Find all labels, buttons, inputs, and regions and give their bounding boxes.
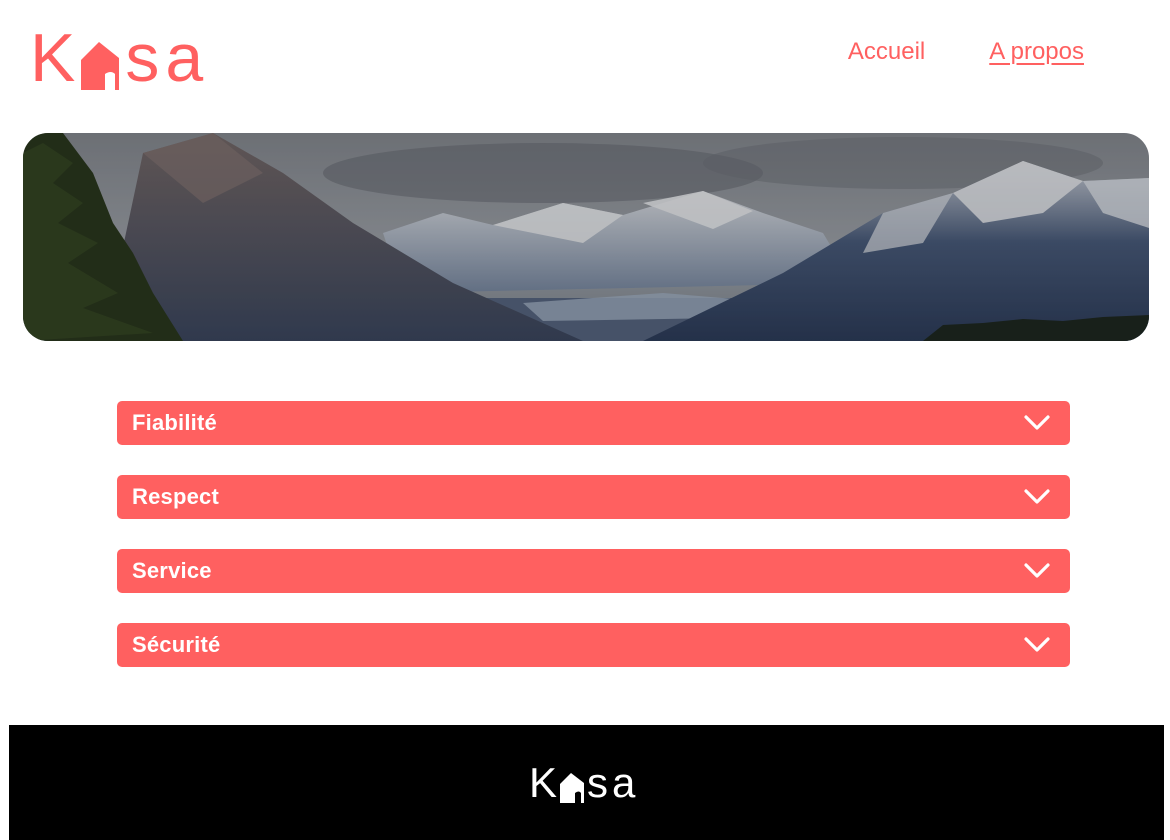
logo-letter-k: K	[30, 20, 76, 96]
nav-link-a-propos[interactable]: A propos	[989, 38, 1084, 66]
values-collapse-list: Fiabilité Respect Service Sécurité	[117, 401, 1070, 697]
nav-link-accueil[interactable]: Accueil	[848, 38, 925, 66]
chevron-down-icon[interactable]	[1024, 415, 1050, 431]
footer-logo-letter-k: K	[529, 759, 558, 806]
collapse-service[interactable]: Service	[117, 549, 1070, 593]
main-nav: Accueil A propos	[848, 38, 1084, 66]
collapse-title: Service	[132, 558, 212, 583]
logo-letters-sa: sa	[125, 20, 210, 96]
collapse-title: Respect	[132, 484, 219, 509]
collapse-respect[interactable]: Respect	[117, 475, 1070, 519]
house-icon	[558, 763, 586, 803]
collapse-title: Fiabilité	[132, 410, 217, 435]
page: K sa Accueil A propos Fiabilité Respect …	[0, 0, 1170, 840]
house-icon	[77, 26, 123, 90]
kasa-logo[interactable]: K sa	[30, 20, 222, 96]
collapse-securite[interactable]: Sécurité	[117, 623, 1070, 667]
collapse-fiabilite[interactable]: Fiabilité	[117, 401, 1070, 445]
footer-logo-letters-sa: sa	[587, 759, 640, 806]
chevron-down-icon[interactable]	[1024, 489, 1050, 505]
chevron-down-icon[interactable]	[1024, 637, 1050, 653]
mountain-landscape-image	[23, 133, 1149, 341]
footer: K sa	[9, 725, 1164, 840]
collapse-title: Sécurité	[132, 632, 221, 657]
chevron-down-icon[interactable]	[1024, 563, 1050, 579]
banner-image	[23, 133, 1149, 341]
footer-kasa-logo: K sa	[529, 759, 640, 806]
header: K sa Accueil A propos	[0, 0, 1170, 120]
